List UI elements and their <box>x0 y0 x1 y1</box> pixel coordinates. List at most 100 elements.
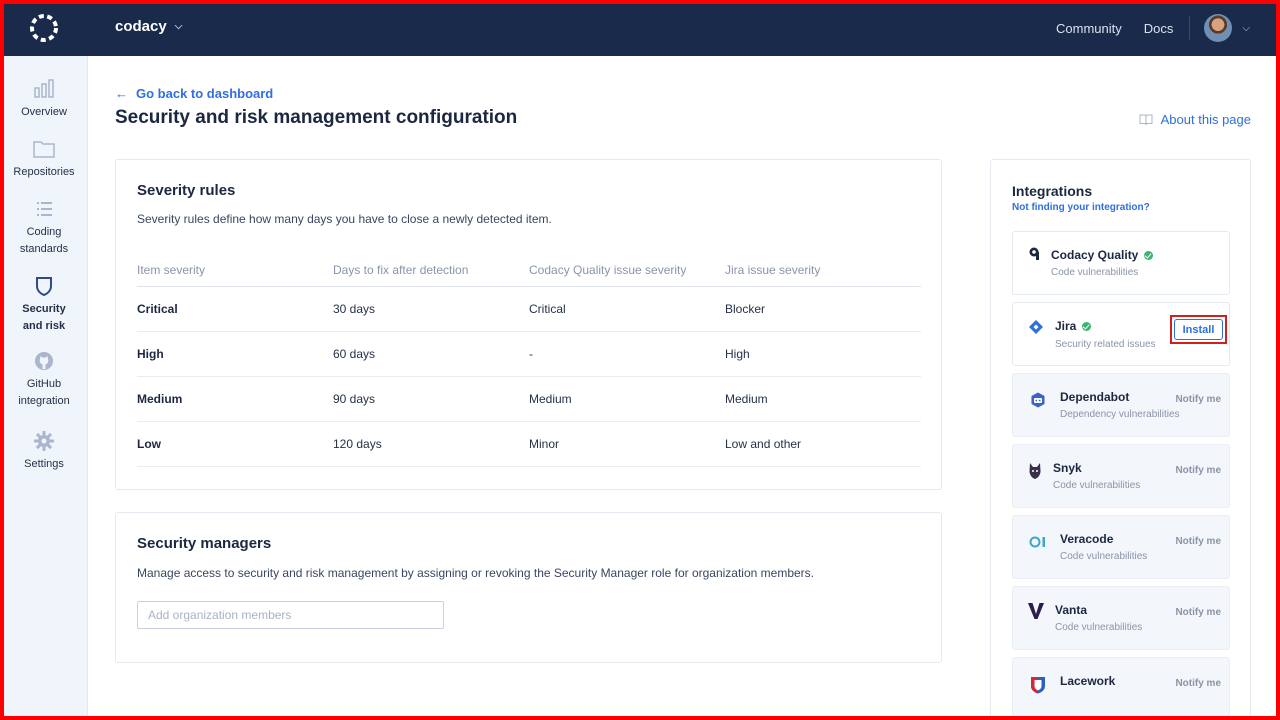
integration-name: Snyk <box>1053 461 1082 475</box>
avatar[interactable] <box>1204 14 1233 42</box>
sidebar-item-overview[interactable]: Overview <box>0 78 88 121</box>
notify-me-link[interactable]: Notify me <box>1175 607 1221 618</box>
table-cell: Minor <box>529 437 560 451</box>
table-cell: - <box>529 347 533 361</box>
table-cell: Critical <box>137 302 178 316</box>
integration-name: Jira <box>1055 319 1092 333</box>
jira-icon <box>1029 320 1043 334</box>
about-label: About this page <box>1160 112 1251 127</box>
table-cell: 30 days <box>333 302 376 316</box>
sidebar-item-security[interactable]: Security and risk <box>0 275 88 335</box>
integration-card-lacework[interactable]: Lacework Notify me <box>1012 657 1230 720</box>
table-cell: Medium <box>725 392 768 406</box>
integration-description: Code vulnerabilities <box>1053 480 1141 491</box>
table-cell: Critical <box>529 302 566 316</box>
integrations-panel: Integrations Not finding your integratio… <box>990 159 1251 720</box>
top-bar: codacy ⌵ Community Docs ⌵ <box>0 0 1280 56</box>
column-header: Item severity <box>137 263 206 277</box>
dependabot-icon <box>1031 392 1045 408</box>
integration-name: Veracode <box>1060 532 1114 546</box>
integration-description: Code vulnerabilities <box>1060 551 1148 562</box>
add-members-input[interactable] <box>137 601 444 629</box>
list-icon <box>37 202 52 216</box>
sidebar: Overview Repositories Coding standards S… <box>0 56 88 720</box>
table-cell: Blocker <box>725 302 766 316</box>
chevron-down-icon: ⌵ <box>174 21 183 32</box>
about-page-link[interactable]: About this page <box>1139 112 1251 127</box>
sidebar-item-settings[interactable]: Settings <box>0 430 88 473</box>
table-row: Low 120 days Minor Low and other <box>137 422 921 467</box>
table-row: Critical 30 days Critical Blocker <box>137 287 921 332</box>
notify-me-link[interactable]: Notify me <box>1175 394 1221 405</box>
severity-rules-title: Severity rules <box>137 182 236 199</box>
integration-card-snyk[interactable]: Snyk Code vulnerabilities Notify me <box>1012 444 1230 508</box>
integration-card-jira[interactable]: Jira Security related issues Install <box>1012 302 1230 366</box>
integration-card-codacy-quality[interactable]: Codacy Quality Code vulnerabilities <box>1012 231 1230 295</box>
integrations-title: Integrations <box>1012 183 1093 199</box>
table-cell: Medium <box>529 392 572 406</box>
table-row: High 60 days - High <box>137 332 921 377</box>
table-cell: 90 days <box>333 392 376 406</box>
org-name: codacy <box>115 18 167 35</box>
table-cell: 60 days <box>333 347 376 361</box>
sidebar-item-label: Security and risk <box>22 303 66 332</box>
docs-link[interactable]: Docs <box>1144 21 1174 36</box>
table-cell: High <box>137 347 164 361</box>
chevron-down-icon[interactable]: ⌵ <box>1242 23 1250 34</box>
table-cell: Medium <box>137 392 183 406</box>
back-to-dashboard-link[interactable]: ← Go back to dashboard <box>115 86 273 101</box>
sidebar-item-label: GitHub integration <box>18 378 70 407</box>
security-managers-card: Security managers Manage access to secur… <box>115 512 942 663</box>
back-label: Go back to dashboard <box>136 86 274 101</box>
notify-me-link[interactable]: Notify me <box>1175 536 1221 547</box>
table-cell: Low <box>137 437 161 451</box>
shield-icon <box>36 277 52 297</box>
table-header-row: Item severity Days to fix after detectio… <box>137 255 921 287</box>
security-managers-description: Manage access to security and risk manag… <box>137 566 814 580</box>
integration-name: Codacy Quality <box>1051 248 1154 262</box>
sidebar-item-label: Coding standards <box>19 226 69 255</box>
vanta-icon <box>1028 603 1044 619</box>
install-button[interactable]: Install <box>1174 319 1223 340</box>
integration-name-label: Jira <box>1055 319 1077 333</box>
notify-me-link[interactable]: Notify me <box>1175 465 1221 476</box>
sidebar-item-label: Repositories <box>13 166 75 178</box>
notify-me-link[interactable]: Notify me <box>1175 678 1221 689</box>
severity-rules-description: Severity rules define how many days you … <box>137 212 552 226</box>
sidebar-item-coding-standards[interactable]: Coding standards <box>0 198 88 258</box>
sidebar-item-github[interactable]: GitHub integration <box>0 350 88 410</box>
table-cell: High <box>725 347 750 361</box>
community-link[interactable]: Community <box>1056 21 1122 36</box>
not-finding-integration-link[interactable]: Not finding your integration? <box>1012 202 1150 213</box>
folder-icon <box>33 141 55 158</box>
github-icon <box>35 352 53 370</box>
gear-icon <box>34 431 54 451</box>
sidebar-item-repositories[interactable]: Repositories <box>0 138 88 181</box>
arrow-left-icon: ← <box>115 86 128 101</box>
codacy-logo-icon[interactable] <box>28 12 60 44</box>
sidebar-item-label: Overview <box>21 106 67 118</box>
page-title: Security and risk management configurati… <box>115 107 518 128</box>
integration-card-vanta[interactable]: Vanta Code vulnerabilities Notify me <box>1012 586 1230 650</box>
column-header: Codacy Quality issue severity <box>529 263 687 277</box>
table-cell: 120 days <box>333 437 382 451</box>
org-switcher[interactable]: codacy ⌵ <box>115 18 182 35</box>
lacework-icon <box>1031 677 1045 694</box>
snyk-icon <box>1029 463 1041 479</box>
integration-description: Security related issues <box>1055 339 1156 350</box>
nav-divider <box>1189 16 1191 40</box>
column-header: Days to fix after detection <box>333 263 469 277</box>
book-icon <box>1139 114 1153 125</box>
severity-table: Item severity Days to fix after detectio… <box>137 255 921 467</box>
install-highlight: Install <box>1170 315 1227 344</box>
integration-card-dependabot[interactable]: Dependabot Dependency vulnerabilities No… <box>1012 373 1230 437</box>
check-icon <box>1144 250 1154 260</box>
integration-card-veracode[interactable]: Veracode Code vulnerabilities Notify me <box>1012 515 1230 579</box>
integration-description: Dependency vulnerabilities <box>1060 409 1180 420</box>
table-cell: Low and other <box>725 437 802 451</box>
codacy-quality-icon <box>1029 247 1039 260</box>
security-managers-title: Security managers <box>137 535 272 552</box>
integration-name: Vanta <box>1055 603 1088 617</box>
table-row: Medium 90 days Medium Medium <box>137 377 921 422</box>
integration-name: Dependabot <box>1060 390 1130 404</box>
